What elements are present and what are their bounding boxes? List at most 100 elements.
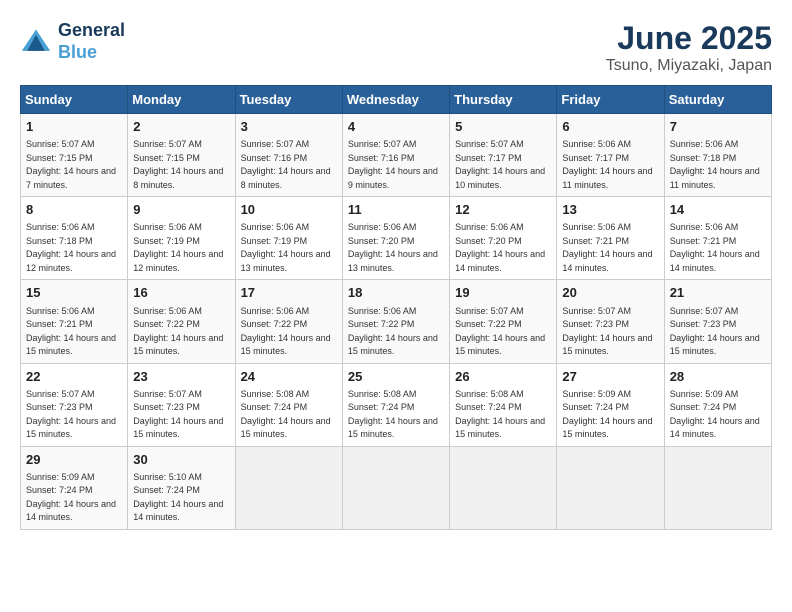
day-number: 22 [26, 368, 122, 386]
day-info: Sunrise: 5:07 AMSunset: 7:16 PMDaylight:… [348, 139, 438, 190]
day-number: 13 [562, 201, 658, 219]
calendar-cell: 26 Sunrise: 5:08 AMSunset: 7:24 PMDayligh… [450, 363, 557, 446]
calendar-cell: 22 Sunrise: 5:07 AMSunset: 7:23 PMDayligh… [21, 363, 128, 446]
calendar-cell: 4 Sunrise: 5:07 AMSunset: 7:16 PMDaylight… [342, 114, 449, 197]
calendar-cell [557, 446, 664, 529]
calendar-week-5: 29 Sunrise: 5:09 AMSunset: 7:24 PMDayligh… [21, 446, 772, 529]
day-number: 6 [562, 118, 658, 136]
day-info: Sunrise: 5:06 AMSunset: 7:21 PMDaylight:… [26, 306, 116, 357]
calendar-cell: 12Sunrise: 5:06 AMSunset: 7:20 PMDayligh… [450, 197, 557, 280]
calendar-cell: 27 Sunrise: 5:09 AMSunset: 7:24 PMDayligh… [557, 363, 664, 446]
calendar-cell: 21 Sunrise: 5:07 AMSunset: 7:23 PMDayligh… [664, 280, 771, 363]
calendar-cell: 30Sunrise: 5:10 AMSunset: 7:24 PMDayligh… [128, 446, 235, 529]
day-number: 21 [670, 284, 766, 302]
day-number: 8 [26, 201, 122, 219]
day-info: Sunrise: 5:06 AMSunset: 7:21 PMDaylight:… [670, 222, 760, 273]
calendar-cell [342, 446, 449, 529]
calendar-cell: 24 Sunrise: 5:08 AMSunset: 7:24 PMDayligh… [235, 363, 342, 446]
day-number: 29 [26, 451, 122, 469]
calendar-cell [664, 446, 771, 529]
day-info: Sunrise: 5:07 AMSunset: 7:15 PMDaylight:… [133, 139, 223, 190]
day-info: Sunrise: 5:07 AMSunset: 7:15 PMDaylight:… [26, 139, 116, 190]
day-info: Sunrise: 5:06 AMSunset: 7:22 PMDaylight:… [241, 306, 331, 357]
calendar-cell: 6 Sunrise: 5:06 AMSunset: 7:17 PMDaylight… [557, 114, 664, 197]
day-number: 26 [455, 368, 551, 386]
calendar-cell: 2 Sunrise: 5:07 AMSunset: 7:15 PMDaylight… [128, 114, 235, 197]
day-info: Sunrise: 5:06 AMSunset: 7:22 PMDaylight:… [133, 306, 223, 357]
calendar-cell: 14Sunrise: 5:06 AMSunset: 7:21 PMDayligh… [664, 197, 771, 280]
weekday-header-monday: Monday [128, 86, 235, 114]
day-number: 5 [455, 118, 551, 136]
weekday-header-row: SundayMondayTuesdayWednesdayThursdayFrid… [21, 86, 772, 114]
day-info: Sunrise: 5:06 AMSunset: 7:19 PMDaylight:… [241, 222, 331, 273]
calendar-cell: 17 Sunrise: 5:06 AMSunset: 7:22 PMDayligh… [235, 280, 342, 363]
weekday-header-wednesday: Wednesday [342, 86, 449, 114]
calendar-cell: 23Sunrise: 5:07 AMSunset: 7:23 PMDayligh… [128, 363, 235, 446]
day-info: Sunrise: 5:08 AMSunset: 7:24 PMDaylight:… [348, 389, 438, 440]
day-number: 30 [133, 451, 229, 469]
calendar-cell: 1 Sunrise: 5:07 AMSunset: 7:15 PMDaylight… [21, 114, 128, 197]
day-number: 12 [455, 201, 551, 219]
day-number: 10 [241, 201, 337, 219]
day-number: 2 [133, 118, 229, 136]
day-info: Sunrise: 5:08 AMSunset: 7:24 PMDaylight:… [241, 389, 331, 440]
day-number: 1 [26, 118, 122, 136]
day-number: 18 [348, 284, 444, 302]
day-info: Sunrise: 5:06 AMSunset: 7:20 PMDaylight:… [348, 222, 438, 273]
calendar-cell: 10 Sunrise: 5:06 AMSunset: 7:19 PMDayligh… [235, 197, 342, 280]
day-number: 19 [455, 284, 551, 302]
calendar-cell: 29 Sunrise: 5:09 AMSunset: 7:24 PMDayligh… [21, 446, 128, 529]
page-header: GeneralBlue June 2025 Tsuno, Miyazaki, J… [20, 20, 772, 75]
calendar-table: SundayMondayTuesdayWednesdayThursdayFrid… [20, 85, 772, 530]
day-info: Sunrise: 5:06 AMSunset: 7:19 PMDaylight:… [133, 222, 223, 273]
day-info: Sunrise: 5:07 AMSunset: 7:23 PMDaylight:… [562, 306, 652, 357]
calendar-title: June 2025 [606, 20, 772, 57]
day-number: 7 [670, 118, 766, 136]
day-number: 3 [241, 118, 337, 136]
day-number: 9 [133, 201, 229, 219]
calendar-week-1: 1 Sunrise: 5:07 AMSunset: 7:15 PMDaylight… [21, 114, 772, 197]
day-number: 15 [26, 284, 122, 302]
calendar-cell: 16Sunrise: 5:06 AMSunset: 7:22 PMDayligh… [128, 280, 235, 363]
day-info: Sunrise: 5:09 AMSunset: 7:24 PMDaylight:… [670, 389, 760, 440]
day-info: Sunrise: 5:06 AMSunset: 7:18 PMDaylight:… [670, 139, 760, 190]
calendar-week-4: 22 Sunrise: 5:07 AMSunset: 7:23 PMDayligh… [21, 363, 772, 446]
day-number: 27 [562, 368, 658, 386]
calendar-subtitle: Tsuno, Miyazaki, Japan [606, 57, 772, 75]
day-info: Sunrise: 5:07 AMSunset: 7:23 PMDaylight:… [670, 306, 760, 357]
day-number: 20 [562, 284, 658, 302]
weekday-header-tuesday: Tuesday [235, 86, 342, 114]
day-info: Sunrise: 5:07 AMSunset: 7:17 PMDaylight:… [455, 139, 545, 190]
day-info: Sunrise: 5:07 AMSunset: 7:22 PMDaylight:… [455, 306, 545, 357]
day-number: 4 [348, 118, 444, 136]
calendar-cell: 15 Sunrise: 5:06 AMSunset: 7:21 PMDayligh… [21, 280, 128, 363]
day-number: 24 [241, 368, 337, 386]
calendar-cell: 19 Sunrise: 5:07 AMSunset: 7:22 PMDayligh… [450, 280, 557, 363]
day-number: 11 [348, 201, 444, 219]
logo-icon [20, 26, 52, 58]
calendar-cell: 3 Sunrise: 5:07 AMSunset: 7:16 PMDaylight… [235, 114, 342, 197]
day-info: Sunrise: 5:07 AMSunset: 7:23 PMDaylight:… [133, 389, 223, 440]
weekday-header-sunday: Sunday [21, 86, 128, 114]
calendar-cell: 20 Sunrise: 5:07 AMSunset: 7:23 PMDayligh… [557, 280, 664, 363]
day-info: Sunrise: 5:08 AMSunset: 7:24 PMDaylight:… [455, 389, 545, 440]
day-number: 17 [241, 284, 337, 302]
day-info: Sunrise: 5:06 AMSunset: 7:22 PMDaylight:… [348, 306, 438, 357]
day-info: Sunrise: 5:07 AMSunset: 7:16 PMDaylight:… [241, 139, 331, 190]
title-block: June 2025 Tsuno, Miyazaki, Japan [606, 20, 772, 75]
calendar-cell: 5 Sunrise: 5:07 AMSunset: 7:17 PMDaylight… [450, 114, 557, 197]
day-info: Sunrise: 5:06 AMSunset: 7:17 PMDaylight:… [562, 139, 652, 190]
day-info: Sunrise: 5:07 AMSunset: 7:23 PMDaylight:… [26, 389, 116, 440]
calendar-cell: 28 Sunrise: 5:09 AMSunset: 7:24 PMDayligh… [664, 363, 771, 446]
calendar-cell: 13Sunrise: 5:06 AMSunset: 7:21 PMDayligh… [557, 197, 664, 280]
day-info: Sunrise: 5:09 AMSunset: 7:24 PMDaylight:… [562, 389, 652, 440]
calendar-week-3: 15 Sunrise: 5:06 AMSunset: 7:21 PMDayligh… [21, 280, 772, 363]
day-info: Sunrise: 5:09 AMSunset: 7:24 PMDaylight:… [26, 472, 116, 523]
calendar-cell: 9 Sunrise: 5:06 AMSunset: 7:19 PMDaylight… [128, 197, 235, 280]
calendar-cell: 18 Sunrise: 5:06 AMSunset: 7:22 PMDayligh… [342, 280, 449, 363]
weekday-header-friday: Friday [557, 86, 664, 114]
calendar-cell: 11 Sunrise: 5:06 AMSunset: 7:20 PMDayligh… [342, 197, 449, 280]
calendar-cell [235, 446, 342, 529]
calendar-cell: 7 Sunrise: 5:06 AMSunset: 7:18 PMDaylight… [664, 114, 771, 197]
day-number: 28 [670, 368, 766, 386]
